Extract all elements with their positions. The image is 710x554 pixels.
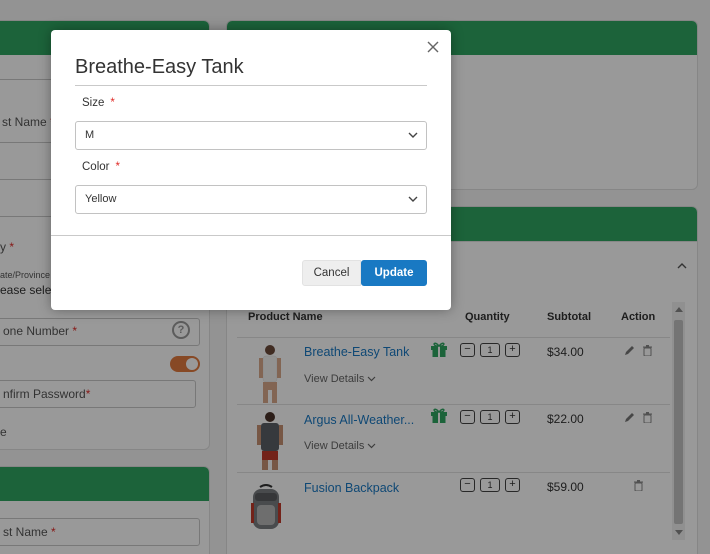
size-label: Size * (82, 97, 115, 109)
chevron-down-icon (408, 132, 418, 138)
close-icon[interactable] (425, 39, 441, 55)
cancel-button[interactable]: Cancel (302, 260, 361, 286)
title-divider (75, 85, 427, 86)
color-selected-value: Yellow (85, 193, 117, 205)
product-options-modal: Breathe-Easy Tank Size * M Color * Yellow … (51, 30, 451, 310)
color-label: Color * (82, 161, 120, 173)
footer-divider (51, 235, 451, 236)
size-selected-value: M (85, 129, 95, 141)
chevron-down-icon (408, 196, 418, 202)
update-button[interactable]: Update (361, 260, 427, 286)
modal-title: Breathe-Easy Tank (75, 56, 244, 78)
color-select[interactable]: Yellow (75, 185, 427, 214)
required-mark: * (110, 97, 115, 109)
size-select[interactable]: M (75, 121, 427, 150)
required-mark: * (115, 161, 120, 173)
